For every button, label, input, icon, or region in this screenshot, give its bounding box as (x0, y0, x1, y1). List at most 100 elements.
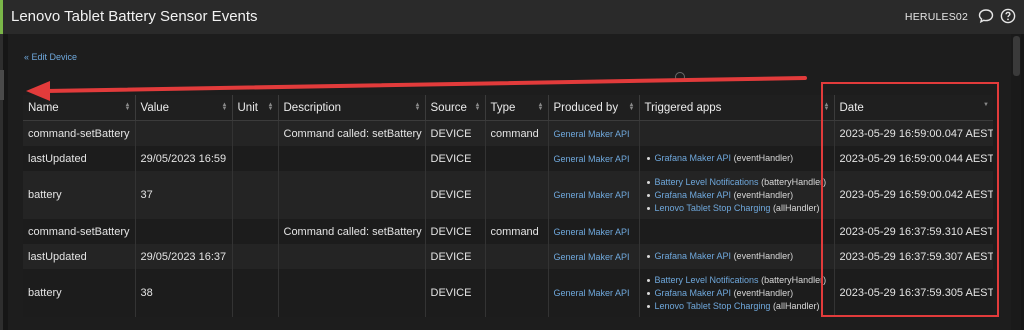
cell-date: 2023-05-29 16:37:59.305 AEST (834, 269, 993, 317)
triggered-app-item: Grafana Maker API (eventHandler) (645, 152, 829, 165)
column-header-value[interactable]: Value ▲ ▼ (135, 95, 233, 121)
column-header-source[interactable]: Source ▲ ▼ (425, 95, 486, 121)
produced-by-link[interactable]: General Maker API (554, 288, 630, 298)
sort-icon: ▲ ▼ (628, 102, 635, 112)
produced-by-link[interactable]: General Maker API (554, 190, 630, 200)
produced-by-link[interactable]: General Maker API (554, 252, 630, 262)
handler-name: (batteryHandler) (761, 274, 827, 285)
sort-desc-icon: ▼ (983, 102, 989, 108)
produced-by-link[interactable]: General Maker API (554, 154, 630, 164)
column-header-produced-by[interactable]: Produced by ▲ ▼ (548, 95, 640, 121)
triggered-app-link[interactable]: Lenovo Tablet Stop Charging (655, 301, 771, 311)
column-header-type[interactable]: Type ▲ ▼ (485, 95, 549, 121)
sort-icon: ▲ ▼ (414, 102, 421, 112)
sidebar-handle[interactable] (0, 70, 4, 100)
cell-name: command-setBattery (23, 120, 136, 146)
sort-icon: ▲ ▼ (474, 102, 481, 112)
cell-description (278, 146, 426, 171)
cell-unit (232, 120, 279, 146)
column-header-date[interactable]: Date ▼ (834, 95, 993, 121)
top-bar: Lenovo Tablet Battery Sensor Events HERU… (0, 0, 1024, 34)
table-row: battery 38 DEVICE General Maker API Batt… (23, 269, 993, 317)
cell-unit (232, 244, 279, 269)
cell-date: 2023-05-29 16:59:00.047 AEST (834, 120, 993, 146)
page-scrollbar[interactable] (1011, 34, 1021, 330)
produced-by-link[interactable]: General Maker API (554, 129, 630, 139)
handler-name: (eventHandler) (733, 287, 794, 298)
page-title: Lenovo Tablet Battery Sensor Events (11, 8, 258, 25)
table-row: lastUpdated 29/05/2023 16:59 DEVICE Gene… (23, 146, 993, 171)
triggered-app-link[interactable]: Battery Level Notifications (655, 177, 759, 187)
cell-unit (232, 146, 279, 171)
cell-type: command (485, 120, 549, 146)
triggered-apps-list: Grafana Maker API (eventHandler) (645, 250, 829, 263)
column-header-unit[interactable]: Unit ▲ ▼ (232, 95, 279, 121)
cell-description: Command called: setBattery (278, 219, 426, 244)
handler-name: (eventHandler) (733, 251, 794, 261)
cell-date: 2023-05-29 16:59:00.042 AEST (834, 171, 993, 219)
sort-icon: ▲ ▼ (221, 102, 228, 112)
triggered-app-item: Grafana Maker API (eventHandler) (645, 250, 829, 263)
triggered-apps-list: Battery Level Notifications (batteryHand… (645, 176, 829, 215)
chat-icon[interactable] (978, 8, 994, 24)
cell-value: 29/05/2023 16:59 (135, 146, 233, 171)
table-row: command-setBattery Command called: setBa… (23, 120, 993, 146)
cell-triggered-apps: Grafana Maker API (eventHandler) (639, 244, 835, 269)
triggered-app-link[interactable]: Battery Level Notifications (655, 275, 759, 285)
cell-name: command-setBattery (23, 219, 136, 244)
help-icon[interactable] (1000, 8, 1016, 24)
cell-produced-by: General Maker API (548, 244, 640, 269)
sort-icon: ▲ ▼ (537, 102, 544, 112)
cell-triggered-apps: Battery Level Notifications (batteryHand… (639, 171, 835, 219)
triggered-app-item: Battery Level Notifications (batteryHand… (645, 274, 829, 287)
cell-source: DEVICE (425, 120, 486, 146)
edit-device-link[interactable]: « Edit Device (24, 52, 77, 62)
triggered-apps-list: Battery Level Notifications (batteryHand… (645, 274, 829, 313)
cell-type (485, 269, 549, 317)
produced-by-link[interactable]: General Maker API (554, 227, 630, 237)
loading-indicator (675, 72, 685, 82)
triggered-app-item: Battery Level Notifications (batteryHand… (645, 176, 829, 189)
scrollbar-thumb[interactable] (1013, 36, 1020, 76)
cell-value: 37 (135, 171, 233, 219)
cell-value: 29/05/2023 16:37 (135, 244, 233, 269)
triggered-app-link[interactable]: Grafana Maker API (655, 251, 732, 261)
cell-triggered-apps (639, 219, 835, 244)
cell-value (135, 219, 233, 244)
cell-name: lastUpdated (23, 244, 136, 269)
table-header-row: Name ▲ ▼ Value ▲ ▼ Unit ▲ ▼ Description ▲ ▼ Sour… (23, 95, 993, 121)
cell-value: 38 (135, 269, 233, 317)
handler-name: (allHandler) (772, 300, 820, 311)
triggered-app-item: Lenovo Tablet Stop Charging (allHandler) (645, 300, 829, 313)
cell-name: battery (23, 171, 136, 219)
column-header-name[interactable]: Name ▲ ▼ (23, 95, 136, 121)
triggered-app-link[interactable]: Grafana Maker API (655, 190, 732, 200)
triggered-app-link[interactable]: Lenovo Tablet Stop Charging (655, 203, 771, 213)
cell-produced-by: General Maker API (548, 269, 640, 317)
cell-description (278, 244, 426, 269)
cell-type (485, 146, 549, 171)
cell-date: 2023-05-29 16:59:00.044 AEST (834, 146, 993, 171)
cell-produced-by: General Maker API (548, 219, 640, 244)
sort-icon: ▲ ▼ (267, 102, 274, 112)
table-row: battery 37 DEVICE General Maker API Batt… (23, 171, 993, 219)
user-name[interactable]: HERULES02 (905, 11, 968, 23)
cell-unit (232, 269, 279, 317)
sort-icon: ▲ ▼ (823, 102, 830, 112)
cell-type (485, 244, 549, 269)
cell-produced-by: General Maker API (548, 146, 640, 171)
column-header-description[interactable]: Description ▲ ▼ (278, 95, 426, 121)
cell-triggered-apps (639, 120, 835, 146)
cell-source: DEVICE (425, 171, 486, 219)
cell-source: DEVICE (425, 244, 486, 269)
cell-triggered-apps: Grafana Maker API (eventHandler) (639, 146, 835, 171)
cell-value (135, 120, 233, 146)
triggered-app-link[interactable]: Grafana Maker API (655, 153, 732, 163)
table-row: lastUpdated 29/05/2023 16:37 DEVICE Gene… (23, 244, 993, 269)
column-header-triggered-apps[interactable]: Triggered apps ▲ ▼ (639, 95, 835, 121)
cell-produced-by: General Maker API (548, 171, 640, 219)
triggered-app-link[interactable]: Grafana Maker API (655, 288, 732, 298)
cell-type: command (485, 219, 549, 244)
handler-name: (eventHandler) (733, 153, 794, 163)
triggered-app-item: Grafana Maker API (eventHandler) (645, 189, 829, 202)
